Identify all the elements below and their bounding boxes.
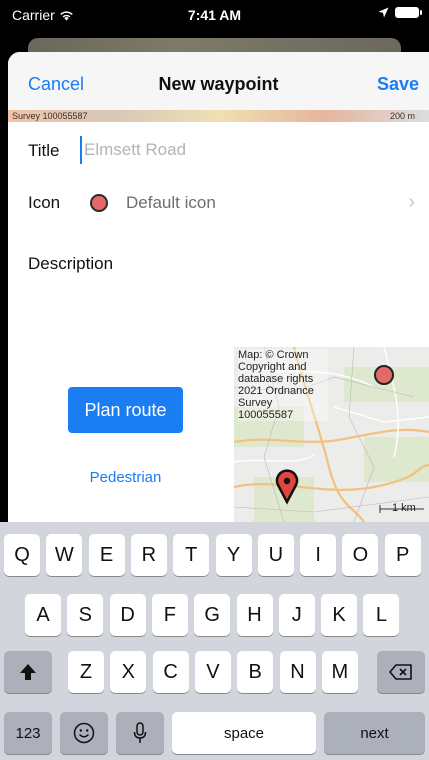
keyboard: QWERTYUIOP ASDFGHJKL ZXCVBNM 123 space n… [0, 522, 429, 760]
status-right [378, 7, 422, 18]
key-u[interactable]: U [257, 534, 294, 576]
chevron-right-icon: › [408, 191, 415, 213]
map-strip-scale: 200 m [389, 111, 415, 121]
key-p[interactable]: P [384, 534, 421, 576]
mini-map[interactable]: Map: © Crown Copyright and database righ… [234, 347, 429, 522]
page-title: New waypoint [158, 74, 279, 94]
key-x[interactable]: X [110, 651, 147, 693]
route-section: Plan route Pedestrian Map: © Crown Copyr… [8, 347, 429, 522]
key-k[interactable]: K [321, 594, 358, 636]
icon-row[interactable]: Icon Default icon › [8, 179, 429, 231]
key-e[interactable]: E [88, 534, 125, 576]
map-preview-strip: Survey 100055587 200 m [8, 110, 429, 122]
navigation-bar: Cancel New waypoint Save [8, 52, 429, 116]
key-n[interactable]: N [279, 651, 316, 693]
backspace-key[interactable] [377, 651, 425, 693]
title-label: Title [28, 141, 60, 160]
key-o[interactable]: O [342, 534, 379, 576]
map-attribution: Map: © Crown Copyright and database righ… [238, 349, 328, 421]
key-y[interactable]: Y [215, 534, 252, 576]
key-h[interactable]: H [236, 594, 273, 636]
next-key[interactable]: next [324, 712, 425, 754]
key-a[interactable]: A [25, 594, 61, 636]
backspace-icon [389, 664, 412, 680]
numbers-key[interactable]: 123 [4, 712, 52, 754]
route-mode-link[interactable]: Pedestrian [68, 469, 183, 486]
key-f[interactable]: F [151, 594, 188, 636]
new-waypoint-sheet: Cancel New waypoint Save Survey 10005558… [8, 52, 429, 522]
key-w[interactable]: W [46, 534, 83, 576]
key-d[interactable]: D [109, 594, 146, 636]
key-c[interactable]: C [152, 651, 189, 693]
icon-value: Default icon [126, 193, 216, 212]
title-input[interactable] [80, 136, 410, 164]
emoji-icon [73, 722, 95, 744]
clock: 7:41 AM [187, 7, 242, 23]
key-b[interactable]: B [237, 651, 274, 693]
key-q[interactable]: Q [4, 534, 40, 576]
icon-label: Icon [28, 193, 61, 212]
key-j[interactable]: J [278, 594, 315, 636]
location-arrow-icon [378, 7, 389, 18]
space-key[interactable]: space [172, 712, 316, 754]
description-input[interactable] [28, 277, 408, 337]
key-g[interactable]: G [194, 594, 231, 636]
map-strip-attribution: Survey 100055587 [12, 111, 88, 121]
save-button[interactable]: Save [377, 74, 419, 95]
shift-key[interactable] [4, 651, 52, 693]
description-row: Description [8, 231, 429, 347]
key-i[interactable]: I [300, 534, 337, 576]
default-pin-icon [90, 194, 108, 212]
map-scale-label: 1 km [392, 502, 416, 514]
key-s[interactable]: S [67, 594, 104, 636]
emoji-key[interactable] [60, 712, 108, 754]
microphone-icon [133, 722, 147, 743]
battery-icon [395, 7, 422, 18]
title-row: Title [8, 122, 429, 179]
key-z[interactable]: Z [68, 651, 104, 693]
dictation-key[interactable] [116, 712, 164, 754]
key-v[interactable]: V [194, 651, 231, 693]
shift-icon [20, 664, 36, 680]
description-label: Description [28, 254, 114, 273]
key-l[interactable]: L [363, 594, 400, 636]
status-bar: Carrier 7:41 AM [0, 0, 429, 30]
key-r[interactable]: R [130, 534, 167, 576]
key-t[interactable]: T [173, 534, 210, 576]
key-m[interactable]: M [321, 651, 358, 693]
plan-route-button[interactable]: Plan route [68, 387, 183, 433]
